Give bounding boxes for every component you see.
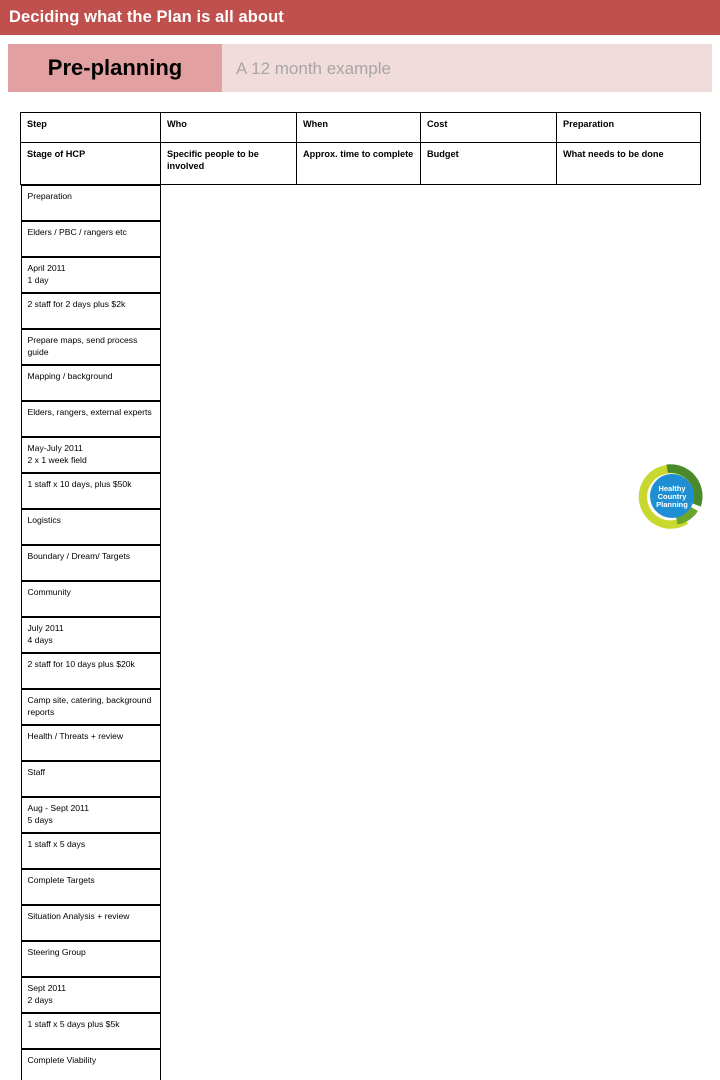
cell-when: April 2011 1 day [21,257,161,293]
cell-when: July 2011 4 days [21,617,161,653]
cell-step: Situation Analysis + review [21,905,161,941]
column-subheader-when: Approx. time to complete [297,143,421,185]
column-subheader-who: Specific people to be involved [161,143,297,185]
table-row: Preparation Elders / PBC / rangers etc A… [21,185,701,366]
cell-step: Boundary / Dream/ Targets [21,545,161,581]
cell-who: Community [21,581,161,617]
cell-step: Mapping / background [21,365,161,401]
plan-table-body: Step Who When Cost Preparation Stage of … [21,113,701,1080]
cell-preparation: Prepare maps, send process guide [21,329,161,365]
column-header-cost: Cost [421,113,557,143]
table-row: Health / Threats + review Staff Aug - Se… [21,725,701,905]
column-subheader-cost: Budget [421,143,557,185]
stage-chip-label: Pre-planning [48,57,182,79]
table-row: Boundary / Dream/ Targets Community July… [21,545,701,725]
subtitle-text: A 12 month example [236,60,391,77]
page-title: Deciding what the Plan is all about [9,9,284,26]
column-subheader-step: Stage of HCP [21,143,161,185]
subheader-subtitle-area: A 12 month example [222,44,712,92]
table-row: Mapping / background Elders, rangers, ex… [21,365,701,545]
column-header-step: Step [21,113,161,143]
cell-preparation: Complete Targets [21,869,161,905]
table-header-row: Step Who When Cost Preparation [21,113,701,143]
cell-step: Health / Threats + review [21,725,161,761]
cell-cost: 2 staff for 2 days plus $2k [21,293,161,329]
cell-who: Elders / PBC / rangers etc [21,221,161,257]
cell-cost: 2 staff for 10 days plus $20k [21,653,161,689]
cell-cost: 1 staff x 10 days, plus $50k [21,473,161,509]
cell-when: May-July 2011 2 x 1 week field [21,437,161,473]
slide-canvas: Deciding what the Plan is all about Pre-… [0,0,720,540]
cell-step: Preparation [21,185,161,221]
column-header-when: When [297,113,421,143]
cell-preparation: Camp site, catering, background reports [21,689,161,725]
column-header-who: Who [161,113,297,143]
cell-cost: 1 staff x 5 days plus $5k [21,1013,161,1049]
stage-chip: Pre-planning [8,44,222,92]
cell-who: Steering Group [21,941,161,977]
cell-who: Elders, rangers, external experts [21,401,161,437]
cell-when: Sept 2011 2 days [21,977,161,1013]
cell-preparation: Complete Viability [21,1049,161,1080]
cell-cost: 1 staff x 5 days [21,833,161,869]
slide-title-bar: Deciding what the Plan is all about [0,0,720,35]
table-subheader-row: Stage of HCP Specific people to be invol… [21,143,701,185]
column-subheader-preparation: What needs to be done [557,143,701,185]
cell-who: Staff [21,761,161,797]
column-header-preparation: Preparation [557,113,701,143]
plan-table: Step Who When Cost Preparation Stage of … [20,112,701,1080]
subheader-band: Pre-planning A 12 month example [8,44,712,92]
table-row: Situation Analysis + review Steering Gro… [21,905,701,1080]
cell-when: Aug - Sept 2011 5 days [21,797,161,833]
